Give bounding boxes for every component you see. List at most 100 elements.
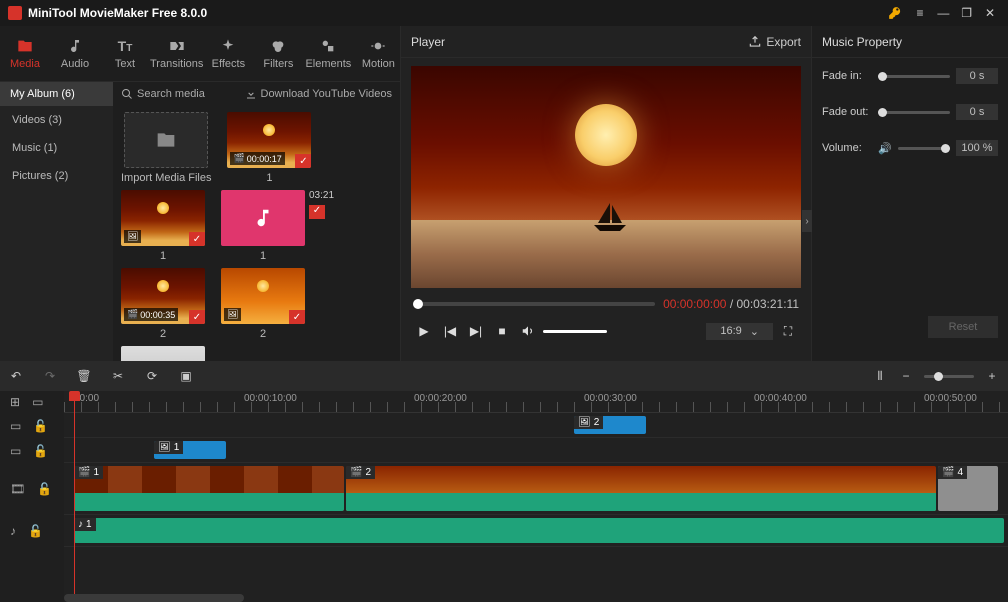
time-display: 00:00:00:00 / 00:03:21:11 [663, 297, 799, 311]
video-track[interactable]: 🎬1 🎬2 🎬4 [64, 463, 1008, 515]
crop-button[interactable]: ▣ [178, 369, 194, 383]
picture-clip-2[interactable]: 🖼2 [574, 416, 646, 434]
picture-clip-1[interactable]: 🖼1 [154, 441, 226, 459]
download-icon [245, 88, 257, 100]
zoom-in-button[interactable]: + [984, 369, 1000, 383]
thumb-label: 2 [160, 328, 166, 340]
lock-icon[interactable]: 🔓 [37, 482, 52, 496]
check-icon: ✓ [189, 310, 205, 324]
timeline-scrollbar[interactable] [64, 594, 244, 602]
ratio-value: 16:9 [720, 325, 741, 337]
export-button[interactable]: Export [748, 35, 801, 49]
current-time: 00:00:00:00 [663, 297, 726, 311]
cut-button[interactable]: ✂ [110, 369, 126, 383]
chevron-down-icon: ⌄ [750, 325, 759, 338]
music-note-icon: ♪ [78, 519, 83, 530]
album-header[interactable]: My Album (6) [0, 82, 113, 106]
clip-label: 2 [365, 467, 371, 478]
collapse-right-panel[interactable]: › [802, 210, 812, 232]
progress-bar[interactable] [413, 302, 655, 306]
tab-label: Transitions [150, 58, 203, 70]
fullscreen-button[interactable]: ⛶ [777, 320, 799, 342]
album-item-pictures[interactable]: Pictures (2) [0, 162, 113, 190]
tab-elements[interactable]: Elements [303, 26, 353, 81]
volume-slider[interactable] [543, 330, 607, 333]
zoom-slider[interactable] [924, 375, 974, 378]
check-icon: ✓ [309, 205, 325, 219]
duration: 00:00:17 [247, 154, 282, 164]
tab-audio[interactable]: Audio [50, 26, 100, 81]
media-thumb-picture-2[interactable]: 🖼 ✓ [221, 268, 305, 324]
search-icon [121, 88, 133, 100]
media-thumb-music-1[interactable] [221, 190, 305, 246]
tab-transitions[interactable]: Transitions [150, 26, 203, 81]
media-thumb-video-2[interactable]: 🎬00:00:35 ✓ [121, 268, 205, 324]
fit-button[interactable]: ⦀ [872, 369, 888, 384]
volume-value[interactable]: 100 % [956, 140, 998, 156]
audio-clip-1[interactable]: ♪1 [74, 518, 1004, 543]
tab-media[interactable]: Media [0, 26, 50, 81]
import-media-button[interactable] [124, 112, 208, 168]
video-icon: 🎬 [942, 467, 954, 478]
video-clip-1[interactable]: 🎬1 [74, 466, 344, 511]
check-icon: ✓ [289, 310, 305, 324]
zoom-out-button[interactable]: − [898, 369, 914, 383]
media-thumb-video-1[interactable]: 🎬00:00:17 ✓ [227, 112, 311, 168]
fade-out-slider[interactable] [878, 111, 950, 114]
preview-area[interactable] [411, 66, 801, 288]
album-item-videos[interactable]: Videos (3) [0, 106, 113, 134]
search-media[interactable]: Search media [121, 88, 245, 100]
album-item-music[interactable]: Music (1) [0, 134, 113, 162]
stop-button[interactable]: ■ [491, 320, 513, 342]
redo-button[interactable]: ↷ [42, 369, 58, 383]
prev-frame-button[interactable]: |◀ [439, 320, 461, 342]
tab-motion[interactable]: Motion [353, 26, 403, 81]
speed-button[interactable]: ⟳ [144, 369, 160, 383]
thumb-label: 1 [160, 250, 166, 262]
next-frame-button[interactable]: ▶| [465, 320, 487, 342]
search-placeholder: Search media [137, 88, 205, 100]
video-clip-2[interactable]: 🎬2 [346, 466, 936, 511]
aspect-ratio-select[interactable]: 16:9 ⌄ [706, 323, 773, 340]
picture-track-1[interactable]: 🖼1 [64, 438, 1008, 463]
player-progress: 00:00:00:00 / 00:03:21:11 [401, 294, 811, 314]
add-track-icon[interactable]: ⊞ [10, 395, 20, 409]
media-thumb-picture-1[interactable]: 🖼 ✓ [121, 190, 205, 246]
media-thumb-extra[interactable] [121, 346, 205, 361]
lock-icon[interactable]: 🔓 [33, 444, 48, 458]
download-youtube[interactable]: Download YouTube Videos [245, 88, 393, 100]
volume-slider-prop[interactable] [898, 147, 950, 150]
picture-track-2[interactable]: 🖼2 [64, 413, 1008, 438]
tab-filters[interactable]: Filters [253, 26, 303, 81]
track-thumb-icon[interactable]: ▭ [32, 395, 43, 409]
maximize-icon[interactable]: ❐ [957, 6, 977, 20]
volume-icon[interactable] [517, 320, 539, 342]
delete-button[interactable]: 🗑 [76, 369, 92, 383]
speaker-icon: 🔊 [878, 142, 892, 155]
video-track-icon: 🎞 [10, 482, 25, 496]
fade-out-value[interactable]: 0 s [956, 104, 998, 120]
tab-effects[interactable]: Effects [203, 26, 253, 81]
premium-key-icon[interactable] [888, 6, 902, 20]
tab-text[interactable]: TT Text [100, 26, 150, 81]
thumb-label: 2 [260, 328, 266, 340]
music-duration: 03:21 [309, 190, 334, 201]
lock-icon[interactable]: 🔓 [33, 419, 48, 433]
fade-in-value[interactable]: 0 s [956, 68, 998, 84]
play-button[interactable]: ▶ [413, 320, 435, 342]
properties-title: Music Property [812, 26, 1008, 58]
close-icon[interactable]: ✕ [980, 6, 1000, 20]
audio-track[interactable]: ♪1 [64, 515, 1008, 547]
menu-icon[interactable]: ≡ [910, 6, 930, 20]
lock-icon[interactable]: 🔓 [28, 524, 43, 538]
undo-button[interactable]: ↶ [8, 369, 24, 383]
reset-button[interactable]: Reset [928, 316, 998, 338]
timeline-ruler[interactable]: 00:00 00:00:10:00 00:00:20:00 00:00:30:0… [64, 391, 1008, 413]
fade-in-slider[interactable] [878, 75, 950, 78]
window-buttons: ≡ — ❐ ✕ [910, 6, 1000, 20]
minimize-icon[interactable]: — [933, 6, 953, 20]
video-clip-4[interactable]: 🎬4 [938, 466, 998, 511]
playhead[interactable] [74, 391, 75, 602]
image-icon: 🖼 [578, 417, 591, 428]
download-label: Download YouTube Videos [261, 88, 393, 100]
